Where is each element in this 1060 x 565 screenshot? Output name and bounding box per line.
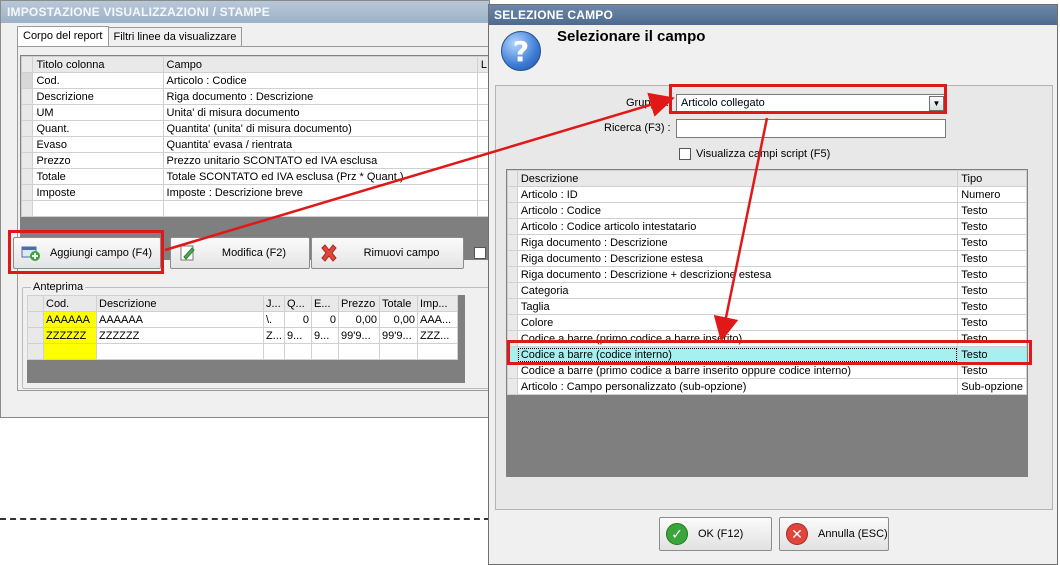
column-field-cell: Unita' di misura documento bbox=[162, 104, 478, 121]
table-row[interactable]: Prezzo Prezzo unitario SCONTATO ed IVA es… bbox=[20, 152, 492, 169]
edit-field-button[interactable]: Modifica (F2) bbox=[170, 237, 310, 269]
preview-code-cell: ZZZZZZ bbox=[43, 327, 97, 344]
question-icon: ? bbox=[501, 31, 541, 71]
search-input[interactable] bbox=[676, 119, 946, 138]
group-select[interactable]: Articolo collegato ▼ bbox=[676, 94, 946, 113]
dashed-separator bbox=[0, 518, 490, 520]
column-title-cell: Evaso bbox=[32, 136, 164, 153]
preview-header-code: Cod. bbox=[43, 295, 97, 312]
preview-header-desc: Descrizione bbox=[96, 295, 264, 312]
field-selection-dialog: SELEZIONE CAMPO ? Selezionare il campo G… bbox=[488, 4, 1058, 565]
dialog-heading: Selezionare il campo bbox=[557, 28, 706, 45]
table-row[interactable]: Evaso Quantita' evasa / rientrata bbox=[20, 136, 492, 153]
dialog-body: Gruppo : Articolo collegato ▼ Ricerca (F… bbox=[495, 85, 1053, 510]
table-row[interactable]: Descrizione Riga documento : Descrizione bbox=[20, 88, 492, 105]
preview-header-qty: Q... bbox=[284, 295, 312, 312]
table-row[interactable]: Riga documento : Descrizione estesa Testo bbox=[507, 250, 1027, 267]
chevron-down-icon[interactable]: ▼ bbox=[929, 96, 944, 111]
preview-header-evaso: E... bbox=[311, 295, 339, 312]
preview-group: Anteprima Cod. Descrizione J... Q... E..… bbox=[22, 281, 490, 389]
grid-action-buttons: Aggiungi campo (F4) Modifica (F2) Rimuov… bbox=[13, 237, 492, 273]
preview-header-um: J... bbox=[263, 295, 285, 312]
option-checkbox[interactable] bbox=[474, 247, 486, 259]
table-row[interactable]: UM Unita' di misura documento bbox=[20, 104, 492, 121]
report-body-panel: Titolo colonna Campo L Cod. Articolo : Co… bbox=[13, 46, 492, 391]
table-row[interactable]: Codice a barre (primo codice a barre ins… bbox=[507, 362, 1027, 379]
checkmark-icon: ✓ bbox=[666, 523, 688, 545]
table-row[interactable]: Riga documento : Descrizione + descrizio… bbox=[507, 266, 1027, 283]
column-field-cell: Quantita' (unita' di misura documento) bbox=[162, 120, 478, 137]
remove-x-icon bbox=[318, 243, 340, 263]
columns-grid[interactable]: Titolo colonna Campo L Cod. Articolo : Co… bbox=[20, 55, 492, 260]
table-row[interactable]: Totale Totale SCONTATO ed IVA esclusa (Pr… bbox=[20, 168, 492, 185]
tab-report-body[interactable]: Corpo del report bbox=[17, 26, 109, 46]
column-field-cell: Imposte : Descrizione breve bbox=[162, 184, 478, 201]
description-header[interactable]: Descrizione bbox=[516, 170, 959, 187]
table-row[interactable]: Cod. Articolo : Codice bbox=[20, 72, 492, 89]
dialog-title: SELEZIONE CAMPO bbox=[489, 5, 1057, 25]
column-field-cell: Articolo : Codice bbox=[162, 72, 478, 89]
table-row[interactable]: Riga documento : Descrizione Testo bbox=[507, 234, 1027, 251]
column-field-header[interactable]: Campo bbox=[162, 56, 478, 73]
script-fields-checkbox[interactable] bbox=[679, 148, 691, 160]
column-title-cell: Descrizione bbox=[32, 88, 164, 105]
preview-header-total: Totale bbox=[379, 295, 418, 312]
tab-bar: Corpo del report Filtri linee da visuali… bbox=[17, 26, 243, 47]
add-field-icon bbox=[20, 243, 42, 263]
column-title-header[interactable]: Titolo colonna bbox=[32, 56, 164, 73]
column-title-cell: Quant. bbox=[32, 120, 164, 137]
column-field-cell: Riga documento : Descrizione bbox=[162, 88, 478, 105]
fields-grid[interactable]: Descrizione Tipo Articolo : ID Numero Art… bbox=[506, 169, 1028, 477]
group-label: Gruppo : bbox=[626, 97, 669, 109]
table-row[interactable]: Articolo : Codice articolo intestatario T… bbox=[507, 218, 1027, 235]
preview-code-cell: AAAAAA bbox=[43, 311, 97, 328]
column-title-cell: UM bbox=[32, 104, 164, 121]
preview-row: ZZZZZZ ZZZZZZ Z... 9... 9... 99'9... 99'… bbox=[27, 327, 458, 344]
preview-row-empty bbox=[27, 343, 458, 360]
add-field-button[interactable]: Aggiungi campo (F4) bbox=[13, 237, 161, 269]
cancel-x-icon: ✕ bbox=[786, 523, 808, 545]
preview-grid[interactable]: Cod. Descrizione J... Q... E... Prezzo T… bbox=[27, 295, 465, 383]
table-row-empty[interactable] bbox=[20, 200, 492, 217]
column-field-cell: Quantita' evasa / rientrata bbox=[162, 136, 478, 153]
column-field-cell: Prezzo unitario SCONTATO ed IVA esclusa bbox=[162, 152, 478, 169]
pencil-icon bbox=[177, 243, 199, 263]
remove-field-button[interactable]: Rimuovi campo bbox=[311, 237, 464, 269]
cancel-button[interactable]: ✕ Annulla (ESC) bbox=[779, 517, 889, 551]
script-fields-label: Visualizza campi script (F5) bbox=[696, 148, 831, 160]
report-settings-title: IMPOSTAZIONE VISUALIZZAZIONI / STAMPE bbox=[1, 1, 489, 23]
preview-header-price: Prezzo bbox=[338, 295, 380, 312]
column-title-cell: Cod. bbox=[32, 72, 164, 89]
column-title-cell: Prezzo bbox=[32, 152, 164, 169]
table-row[interactable]: Articolo : ID Numero bbox=[507, 186, 1027, 203]
preview-row: AAAAAA AAAAAA \. 0 0 0,00 0,00 AAA... bbox=[27, 311, 458, 328]
add-field-label: Aggiungi campo (F4) bbox=[49, 247, 153, 259]
table-row[interactable]: Categoria Testo bbox=[507, 282, 1027, 299]
table-row[interactable]: Quant. Quantita' (unita' di misura docume… bbox=[20, 120, 492, 137]
ok-button[interactable]: ✓ OK (F12) bbox=[659, 517, 772, 551]
table-row[interactable]: Colore Testo bbox=[507, 314, 1027, 331]
column-title-cell: Imposte bbox=[32, 184, 164, 201]
type-header[interactable]: Tipo bbox=[957, 170, 1027, 187]
table-row[interactable]: Articolo : Codice Testo bbox=[507, 202, 1027, 219]
row-indicator-header bbox=[20, 56, 34, 73]
remove-field-label: Rimuovi campo bbox=[363, 247, 440, 259]
table-row[interactable]: Codice a barre (primo codice a barre ins… bbox=[507, 330, 1027, 347]
table-row[interactable]: Imposte Imposte : Descrizione breve bbox=[20, 184, 492, 201]
table-row[interactable]: Taglia Testo bbox=[507, 298, 1027, 315]
table-row[interactable]: Articolo : Campo personalizzato (sub-opz… bbox=[507, 378, 1027, 395]
cancel-label: Annulla (ESC) bbox=[818, 528, 888, 540]
preview-header-tax: Imp... bbox=[417, 295, 458, 312]
search-label: Ricerca (F3) : bbox=[604, 122, 671, 134]
edit-field-label: Modifica (F2) bbox=[221, 247, 287, 259]
group-select-value: Articolo collegato bbox=[681, 97, 765, 109]
preview-legend: Anteprima bbox=[31, 281, 86, 293]
tab-line-filters[interactable]: Filtri linee da visualizzare bbox=[107, 27, 243, 46]
column-field-cell: Totale SCONTATO ed IVA esclusa (Prz * Qu… bbox=[162, 168, 478, 185]
column-title-cell: Totale bbox=[32, 168, 164, 185]
report-settings-window: IMPOSTAZIONE VISUALIZZAZIONI / STAMPE Co… bbox=[0, 0, 492, 418]
ok-label: OK (F12) bbox=[698, 528, 744, 540]
selected-table-row[interactable]: Codice a barre (codice interno) Testo bbox=[507, 346, 1027, 363]
